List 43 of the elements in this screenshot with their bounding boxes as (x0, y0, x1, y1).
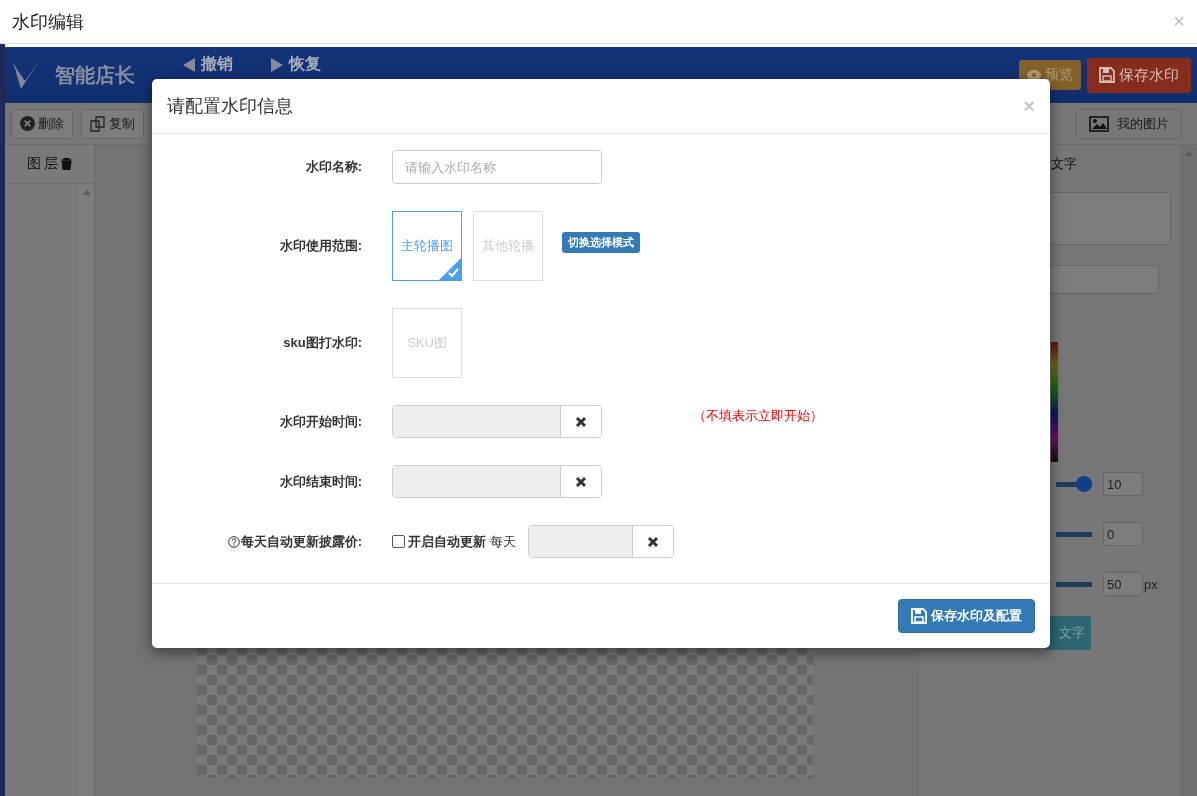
toggle-mode-button[interactable]: 切换选择模式 (562, 231, 640, 253)
brand-name: 智能店长 (55, 62, 135, 88)
redo-button[interactable]: 恢复 (289, 54, 321, 75)
image-icon (1089, 115, 1109, 132)
undo-button[interactable]: 撤销 (201, 54, 233, 75)
time-field[interactable] (528, 525, 674, 558)
close-circle-icon (20, 116, 35, 131)
date-field[interactable] (392, 405, 602, 438)
save-watermark-button[interactable]: 保存水印 (1087, 57, 1191, 93)
field-label: 水印开始时间: (279, 412, 362, 431)
copy-icon (90, 115, 106, 132)
redo-icon (271, 57, 283, 72)
field-label: 水印结束时间: (279, 472, 362, 491)
value-input[interactable]: 10 (1103, 472, 1143, 496)
clear-icon (575, 475, 587, 488)
every-day-label: 每天 (490, 532, 516, 551)
field-label: 水印名称: (305, 158, 362, 176)
value-input[interactable]: 0 (1103, 522, 1143, 546)
date-field[interactable] (392, 465, 602, 498)
field-label: 水印使用范围: (279, 237, 362, 255)
scroll-up-icon[interactable] (82, 190, 91, 195)
trash-icon[interactable] (61, 158, 73, 170)
undo-icon (183, 57, 195, 72)
check-icon (439, 258, 461, 280)
window-title: 水印编辑 (12, 10, 84, 34)
clear-icon (575, 415, 587, 428)
slider-thumb[interactable] (1076, 476, 1092, 492)
save-config-button[interactable]: 保存水印及配置 (898, 599, 1035, 633)
clear-icon (647, 535, 659, 548)
field-label: sku图打水印: (283, 334, 362, 352)
layers-title: 图 层 (26, 155, 59, 173)
unit-label: px (1144, 576, 1158, 592)
name-input[interactable]: 请输入水印名称 (392, 150, 602, 184)
value-input[interactable]: 50 (1103, 572, 1143, 596)
delete-button[interactable]: 删除 (11, 108, 73, 139)
field-label: 每天自动更新披露价: (240, 532, 362, 551)
dialog-title: 请配置水印信息 (167, 95, 293, 118)
copy-button[interactable]: 复制 (81, 108, 144, 139)
option-tile[interactable]: 主轮播图 (392, 211, 462, 281)
auto-update-checkbox[interactable]: 开启自动更新 (392, 532, 486, 551)
images-button[interactable]: 我的图片 (1076, 108, 1182, 139)
color-picker[interactable] (1051, 342, 1058, 462)
hint-text: （不填表示立即开始） (693, 406, 823, 425)
